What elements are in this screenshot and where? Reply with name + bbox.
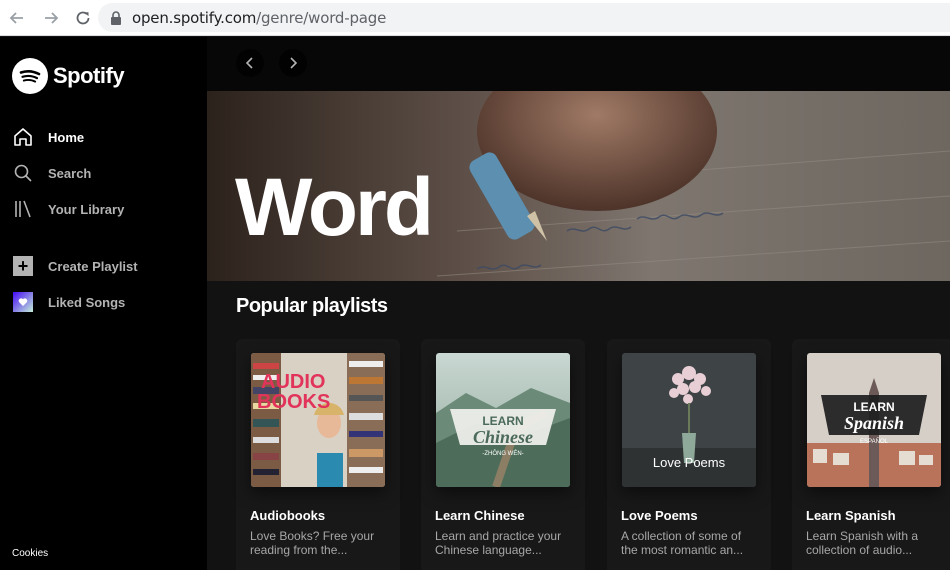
chevron-left-icon: [245, 57, 253, 69]
liked-songs-label: Liked Songs: [48, 294, 126, 310]
create-playlist-button[interactable]: + Create Playlist: [12, 254, 138, 278]
browser-back-icon[interactable]: [4, 5, 30, 31]
cover-text-love-poems: Love Poems: [653, 455, 726, 470]
spotify-logo-icon: [12, 58, 48, 94]
main-content: Word Popular playlists AUDIO BOOKS Audio…: [207, 37, 950, 570]
playlist-cover-image: Love Poems: [622, 353, 756, 487]
cover-text-sub: ESPAÑOL: [860, 438, 889, 445]
playlist-description: A collection of some of the most romanti…: [621, 529, 744, 557]
liked-songs-button[interactable]: Liked Songs: [12, 290, 125, 314]
cover-text-learn: LEARN: [853, 400, 894, 414]
sidebar-item-label: Home: [48, 129, 85, 145]
playlist-description: Love Books? Free your reading from the..…: [250, 529, 375, 557]
playlist-cover-image: LEARN Chinese -ZHŌNG WÉN-: [436, 353, 570, 487]
sidebar-item-label: Search: [48, 165, 92, 181]
create-playlist-label: Create Playlist: [48, 258, 138, 274]
playlist-card-audiobooks[interactable]: AUDIO BOOKS Audiobooks Love Books? Free …: [236, 339, 400, 570]
section-title: Popular playlists: [236, 295, 388, 317]
chevron-right-icon: [290, 57, 298, 69]
playlist-cover-image: LEARN Spanish ESPAÑOL: [807, 353, 941, 487]
url-text: open.spotify.com/genre/word-page: [132, 8, 387, 27]
top-bar: [207, 37, 950, 91]
cookies-link[interactable]: Cookies: [12, 548, 48, 559]
address-bar[interactable]: open.spotify.com/genre/word-page: [98, 3, 950, 32]
browser-toolbar: open.spotify.com/genre/word-page: [0, 0, 950, 36]
sidebar-item-library[interactable]: Your Library: [12, 197, 124, 221]
brand-name: Spotify: [53, 63, 125, 88]
search-icon: [12, 162, 34, 184]
playlist-title: Love Poems: [621, 508, 698, 523]
playlist-card-learn-chinese[interactable]: LEARN Chinese -ZHŌNG WÉN- Learn Chinese …: [421, 339, 585, 570]
cover-text-learn: LEARN: [482, 414, 523, 428]
playlist-title: Learn Spanish: [806, 508, 896, 523]
spotify-logo[interactable]: Spotify: [12, 58, 125, 94]
plus-icon: +: [12, 255, 34, 277]
cover-text-spanish: Spanish: [844, 413, 904, 433]
home-icon: [12, 126, 34, 148]
cover-text-sub: -ZHŌNG WÉN-: [482, 450, 523, 457]
genre-hero-banner: Word: [207, 91, 950, 281]
browser-forward-icon[interactable]: [38, 5, 64, 31]
playlist-description: Learn and practice your Chinese language…: [435, 529, 562, 557]
cover-text-chinese: Chinese: [473, 427, 533, 447]
genre-title: Word: [235, 162, 434, 253]
playlist-cover-image: AUDIO BOOKS: [251, 353, 385, 487]
sidebar: Spotify Home Search Your Library + Creat…: [0, 37, 207, 570]
playlist-title: Learn Chinese: [435, 508, 525, 523]
go-back-button[interactable]: [236, 49, 264, 77]
sidebar-item-label: Your Library: [48, 201, 125, 217]
playlist-description: Learn Spanish with a collection of audio…: [806, 529, 919, 557]
playlist-card-learn-spanish[interactable]: LEARN Spanish ESPAÑOL Learn Spanish Lear…: [792, 339, 950, 570]
playlist-card-love-poems[interactable]: Love Poems Love Poems A collection of so…: [607, 339, 771, 570]
cover-text-books: BOOKS: [257, 391, 330, 413]
browser-reload-icon[interactable]: [70, 5, 96, 31]
cover-text-audio: AUDIO: [261, 371, 325, 393]
sidebar-item-search[interactable]: Search: [12, 161, 91, 185]
playlist-title: Audiobooks: [250, 508, 326, 523]
sidebar-item-home[interactable]: Home: [12, 125, 84, 149]
heart-icon: [12, 291, 34, 313]
library-icon: [12, 198, 34, 220]
go-forward-button[interactable]: [279, 49, 307, 77]
lock-icon: [111, 10, 121, 25]
